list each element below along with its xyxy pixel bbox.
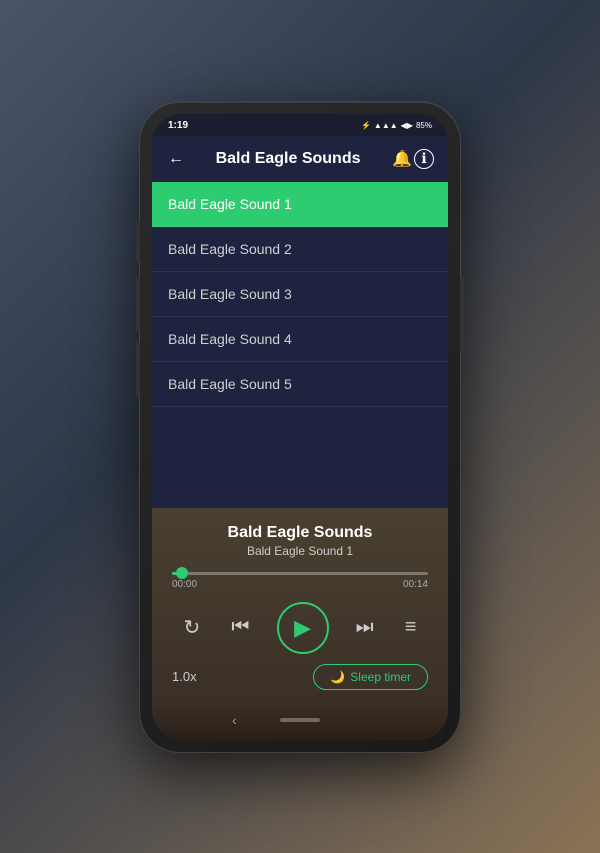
notification-bell-icon[interactable]: 🔔 [390,147,414,171]
status-time: 1:19 [168,120,188,131]
player-section: Bald Eagle Sounds Bald Eagle Sound 1 00:… [152,508,448,700]
player-footer: 1.0x 🌙 Sleep timer [168,664,432,690]
toolbar: ← Bald Eagle Sounds 🔔 ℹ [152,136,448,182]
moon-icon: 🌙 [330,670,345,684]
list-item[interactable]: Bald Eagle Sound 5 [152,362,448,407]
phone-screen: 1:19 ⚡ ▲▲▲ ◀▶ 85% ← Bald Eagle Sounds 🔔 … [152,114,448,740]
toolbar-title: Bald Eagle Sounds [186,150,390,168]
navigation-bar: ‹ [152,700,448,740]
status-icons: ⚡ ▲▲▲ ◀▶ 85% [361,121,432,130]
player-title: Bald Eagle Sounds [168,524,432,542]
back-button[interactable]: ← [166,148,186,170]
progress-start: 00:00 [172,579,197,590]
volume-up-button[interactable] [136,277,140,332]
playlist-button[interactable]: ≡ [401,612,421,643]
playback-speed[interactable]: 1.0x [172,669,197,684]
song-list: Bald Eagle Sound 1 Bald Eagle Sound 2 Ba… [152,182,448,508]
home-indicator[interactable] [280,718,320,722]
list-item[interactable]: Bald Eagle Sound 2 [152,227,448,272]
player-subtitle: Bald Eagle Sound 1 [168,544,432,558]
power-button[interactable] [460,277,464,352]
player-controls: ↻ ⏮ ▶ ⏭ ≡ [168,602,432,654]
status-bar: 1:19 ⚡ ▲▲▲ ◀▶ 85% [152,114,448,136]
list-item[interactable]: Bald Eagle Sound 4 [152,317,448,362]
progress-times: 00:00 00:14 [172,579,428,590]
list-item[interactable]: Bald Eagle Sound 3 [152,272,448,317]
previous-button[interactable]: ⏮ [227,612,253,643]
repeat-button[interactable]: ↻ [180,611,205,644]
info-icon[interactable]: ℹ [414,149,434,169]
list-item[interactable]: Bald Eagle Sound 1 [152,182,448,227]
progress-dot [176,567,188,579]
wifi-icon: ◀▶ [401,121,413,130]
battery-icon: 85% [416,121,432,130]
volume-down-button[interactable] [136,342,140,397]
volume-toggle-button[interactable] [136,222,140,262]
progress-end: 00:14 [403,579,428,590]
progress-bar-fill [172,572,182,575]
phone-frame: 1:19 ⚡ ▲▲▲ ◀▶ 85% ← Bald Eagle Sounds 🔔 … [140,102,460,752]
sleep-timer-label: Sleep timer [350,670,411,684]
progress-container[interactable]: 00:00 00:14 [168,572,432,590]
bluetooth-icon: ⚡ [361,121,371,130]
next-button[interactable]: ⏭ [352,612,378,643]
sleep-timer-button[interactable]: 🌙 Sleep timer [313,664,428,690]
signal-icon: ▲▲▲ [374,121,398,130]
play-icon: ▶ [294,615,311,641]
progress-bar-track[interactable] [172,572,428,575]
back-nav-icon[interactable]: ‹ [232,712,237,728]
play-pause-button[interactable]: ▶ [277,602,329,654]
